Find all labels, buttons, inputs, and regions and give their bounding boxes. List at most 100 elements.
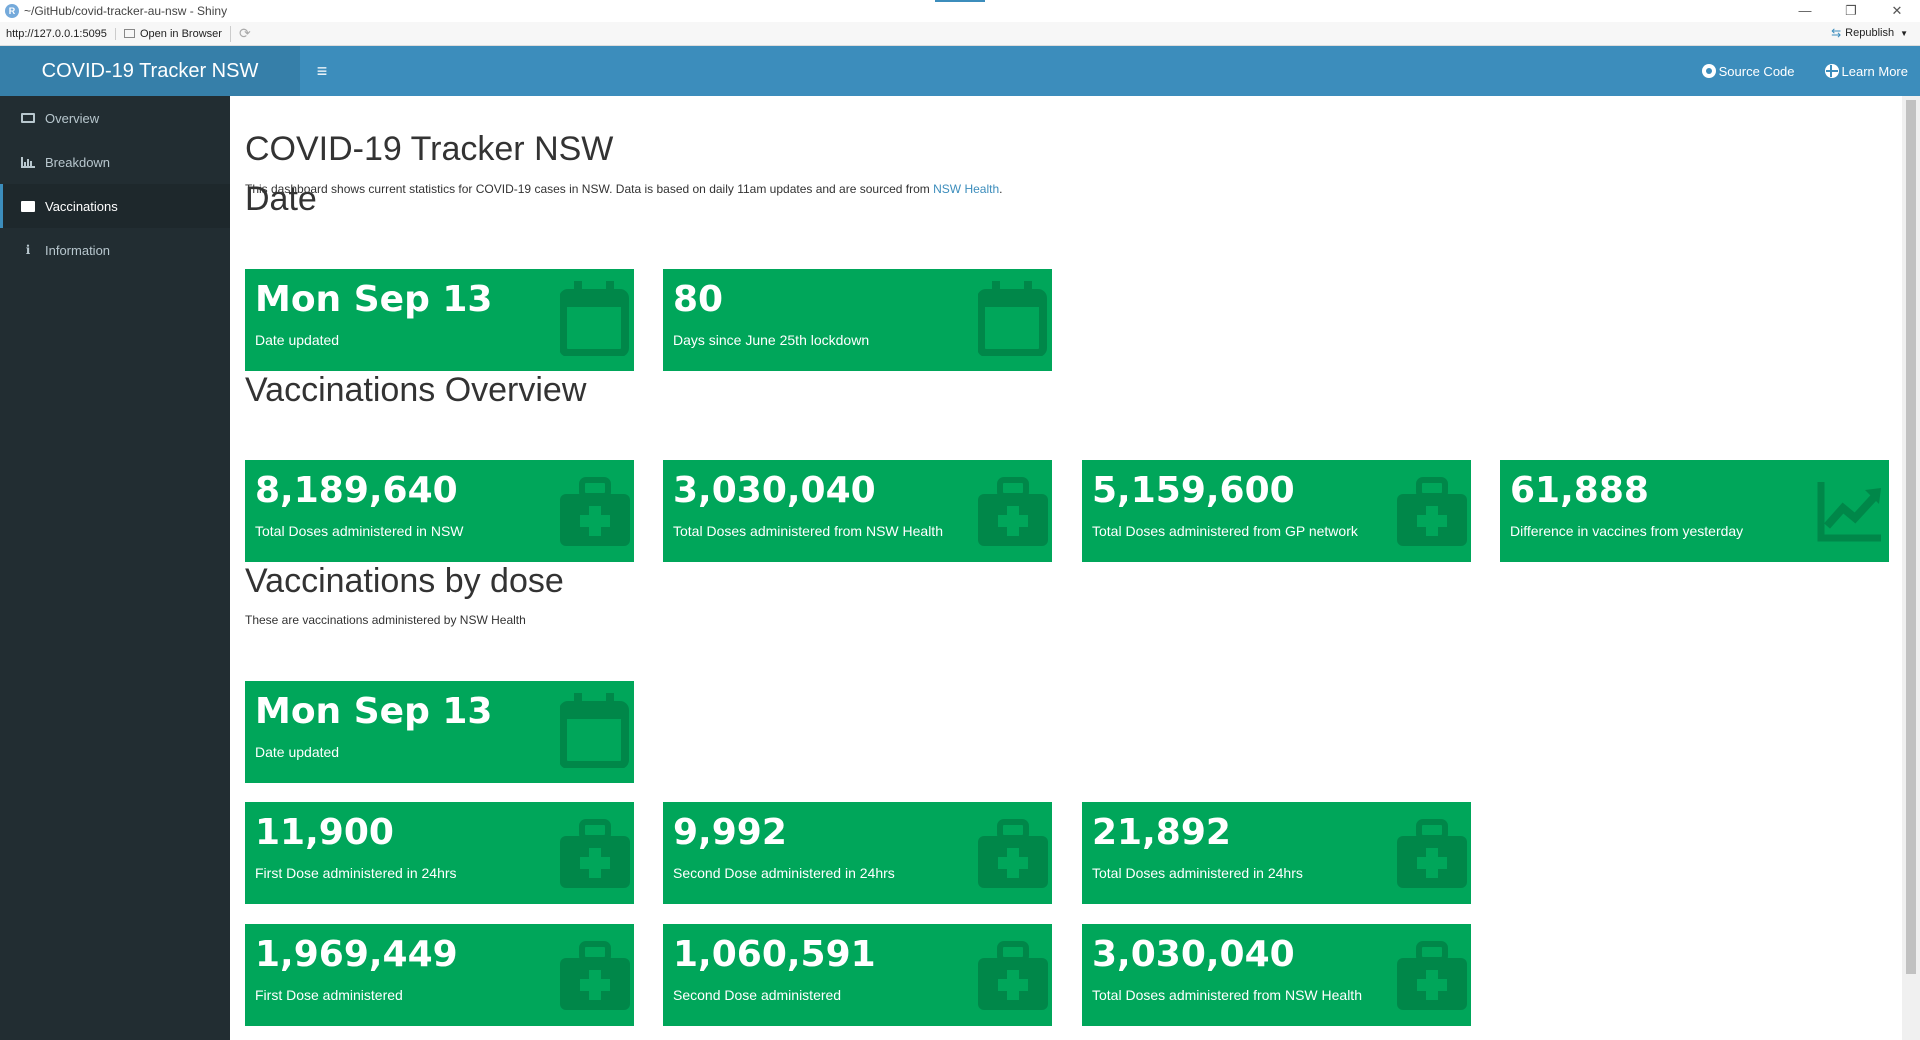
page-title: COVID-19 Tracker NSW <box>245 130 614 168</box>
medkit-icon <box>1397 941 1467 1010</box>
intro-body: This dashboard shows current statistics … <box>245 182 930 196</box>
medkit-icon <box>560 941 630 1010</box>
main-content: COVID-19 Tracker NSW This dashboard show… <box>230 96 1902 1040</box>
value-box-value: 8,189,640 <box>255 470 458 511</box>
globe-icon <box>1824 64 1839 78</box>
nsw-health-link[interactable]: NSW Health <box>933 182 999 196</box>
value-box-value: 5,159,600 <box>1092 470 1295 511</box>
value-box-dose-date-updated: Mon Sep 13 Date updated <box>245 681 634 783</box>
line-chart-icon <box>1817 482 1881 542</box>
monitor-icon <box>21 113 35 123</box>
window-titlebar: R ~/GitHub/covid-tracker-au-nsw - Shiny … <box>0 0 1920 22</box>
info-icon: i <box>25 243 31 257</box>
value-box-days-lockdown: 80 Days since June 25th lockdown <box>663 269 1052 371</box>
date-heading: Date <box>245 180 317 218</box>
r-logo-icon: R <box>5 4 19 18</box>
github-icon <box>1701 64 1716 78</box>
close-button[interactable]: ✕ <box>1874 0 1920 22</box>
value-box-label: Total Doses administered in 24hrs <box>1092 865 1303 881</box>
value-box-label: Difference in vaccines from yesterday <box>1510 523 1744 539</box>
sidebar: Overview Breakdown Vaccinations i Inform… <box>0 96 230 1040</box>
loading-indicator <box>935 0 985 2</box>
value-box-value: 1,969,449 <box>255 934 458 975</box>
medkit-icon <box>560 819 630 888</box>
sidebar-item-breakdown[interactable]: Breakdown <box>0 140 230 184</box>
medkit-icon <box>21 200 35 212</box>
vaccinations-by-dose-note: These are vaccinations administered by N… <box>245 613 526 627</box>
value-box-label: Date updated <box>255 332 340 348</box>
value-box-total-doses-nsw: 8,189,640 Total Doses administered in NS… <box>245 460 634 562</box>
republish-icon: ⇆ <box>1831 26 1842 40</box>
value-box-doses-gp-network: 5,159,600 Total Doses administered from … <box>1082 460 1471 562</box>
value-box-label: First Dose administered <box>255 987 403 1003</box>
value-box-value: 61,888 <box>1510 470 1649 511</box>
value-box-label: Second Dose administered <box>673 987 842 1003</box>
medkit-icon <box>978 819 1048 888</box>
value-box-second-dose-total: 1,060,591 Second Dose administered <box>663 924 1052 1026</box>
calendar-icon <box>978 281 1047 356</box>
medkit-icon <box>978 941 1048 1010</box>
sidebar-toggle-icon[interactable]: ≡ <box>300 46 344 96</box>
value-box-value: 21,892 <box>1092 812 1231 853</box>
url-field[interactable]: http://127.0.0.1:5095 <box>0 27 116 40</box>
sidebar-item-label: Vaccinations <box>45 198 118 214</box>
sidebar-item-label: Overview <box>45 110 100 126</box>
vertical-scrollbar[interactable] <box>1902 96 1920 1040</box>
value-box-value: 3,030,040 <box>1092 934 1295 975</box>
value-box-value: 80 <box>673 279 724 320</box>
open-in-browser-button[interactable]: Open in Browser <box>116 25 231 42</box>
learn-more-label: Learn More <box>1841 63 1908 79</box>
learn-more-link[interactable]: Learn More <box>1824 63 1908 79</box>
medkit-icon <box>978 477 1048 546</box>
restore-button[interactable]: ❐ <box>1828 0 1874 22</box>
value-box-value: 3,030,040 <box>673 470 876 511</box>
value-box-label: Total Doses administered from GP network <box>1092 523 1358 539</box>
app-logo[interactable]: COVID-19 Tracker NSW <box>0 46 300 96</box>
value-box-value: Mon Sep 13 <box>255 279 493 320</box>
intro-end: . <box>999 182 1003 196</box>
browser-icon <box>124 29 135 38</box>
chevron-down-icon[interactable]: ▼ <box>1900 29 1908 38</box>
republish-button[interactable]: ⇆ Republish ▼ <box>1831 26 1908 40</box>
refresh-icon[interactable]: ⟳ <box>231 25 251 42</box>
value-box-label: First Dose administered in 24hrs <box>255 865 457 881</box>
value-box-value: Mon Sep 13 <box>255 691 493 732</box>
sidebar-item-overview[interactable]: Overview <box>0 96 230 140</box>
value-box-difference-yesterday: 61,888 Difference in vaccines from yeste… <box>1500 460 1889 562</box>
value-box-date-updated: Mon Sep 13 Date updated <box>245 269 634 371</box>
bar-chart-icon <box>21 156 35 168</box>
republish-label: Republish <box>1845 27 1895 39</box>
value-box-total-doses-24h: 21,892 Total Doses administered in 24hrs <box>1082 802 1471 904</box>
medkit-icon <box>1397 477 1467 546</box>
value-box-first-dose-total: 1,969,449 First Dose administered <box>245 924 634 1026</box>
minimize-button[interactable]: — <box>1782 0 1828 22</box>
value-box-label: Days since June 25th lockdown <box>673 332 870 348</box>
value-box-second-dose-24h: 9,992 Second Dose administered in 24hrs <box>663 802 1052 904</box>
app-header: COVID-19 Tracker NSW ≡ Source Code Learn… <box>0 46 1920 96</box>
sidebar-item-vaccinations[interactable]: Vaccinations <box>0 184 230 228</box>
value-box-value: 11,900 <box>255 812 394 853</box>
value-box-label: Total Doses administered in NSW <box>255 523 464 539</box>
sidebar-item-label: Information <box>45 242 111 258</box>
source-code-link[interactable]: Source Code <box>1701 63 1795 79</box>
intro-text: This dashboard shows current statistics … <box>245 182 1002 196</box>
value-box-doses-nsw-health: 3,030,040 Total Doses administered from … <box>663 460 1052 562</box>
value-box-value: 9,992 <box>673 812 787 853</box>
value-box-label: Total Doses administered from NSW Health <box>673 523 943 539</box>
vaccinations-overview-heading: Vaccinations Overview <box>245 371 587 409</box>
calendar-icon <box>560 693 629 768</box>
value-box-total-doses-nsw-health: 3,030,040 Total Doses administered from … <box>1082 924 1471 1026</box>
value-box-label: Second Dose administered in 24hrs <box>673 865 895 881</box>
open-in-browser-label: Open in Browser <box>140 27 222 40</box>
calendar-icon <box>560 281 629 356</box>
sidebar-item-label: Breakdown <box>45 154 111 170</box>
address-bar: http://127.0.0.1:5095 Open in Browser ⟳ … <box>0 22 1920 46</box>
value-box-label: Total Doses administered from NSW Health <box>1092 987 1362 1003</box>
scrollbar-thumb[interactable] <box>1906 100 1916 974</box>
value-box-label: Date updated <box>255 744 340 760</box>
medkit-icon <box>560 477 630 546</box>
sidebar-item-information[interactable]: i Information <box>0 228 230 272</box>
medkit-icon <box>1397 819 1467 888</box>
value-box-value: 1,060,591 <box>673 934 876 975</box>
source-code-label: Source Code <box>1718 63 1795 79</box>
